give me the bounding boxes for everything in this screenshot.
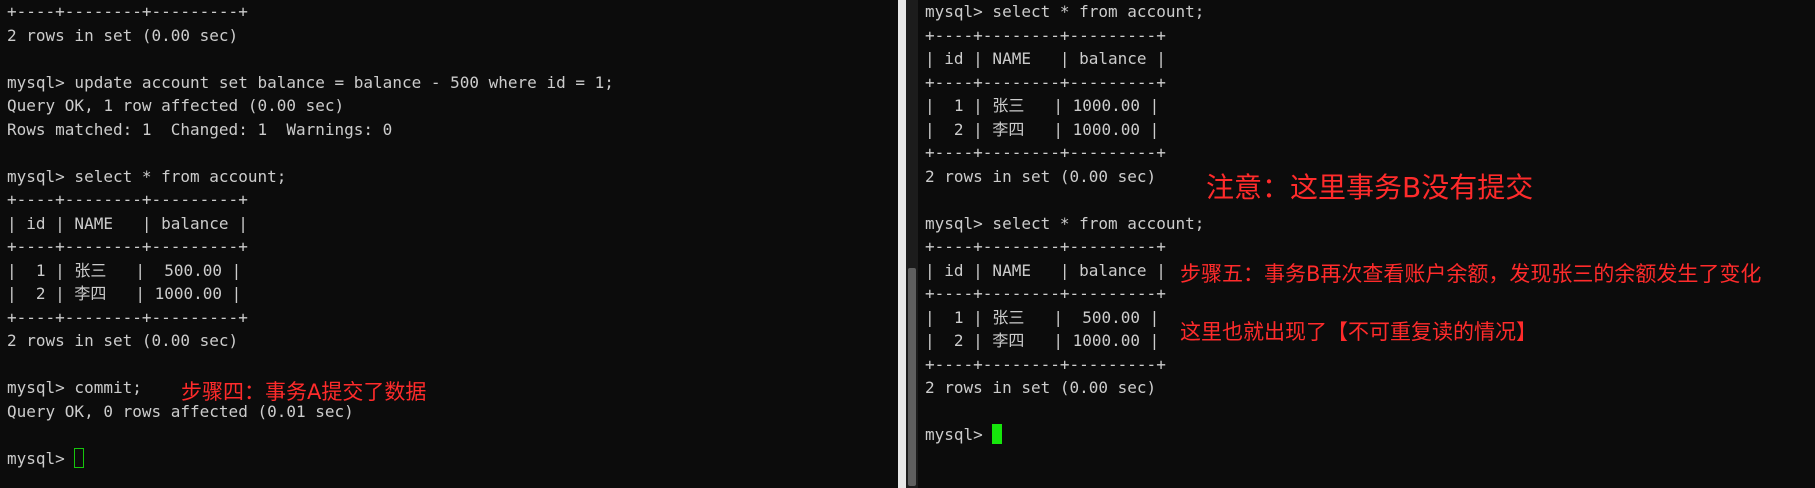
annotation-unrepeatable-read: 这里也就出现了【不可重复读的情况】	[1180, 320, 1537, 344]
terminal-line: +----+--------+---------+	[925, 354, 1166, 374]
terminal-line: +----+--------+---------+	[7, 2, 248, 21]
terminal-line: | 2 | 李四 | 1000.00 |	[925, 119, 1160, 139]
terminal-window-a[interactable]: +----+--------+---------+ 2 rows in set …	[0, 0, 898, 488]
terminal-line: Query OK, 1 row affected (0.00 sec)	[7, 96, 345, 115]
terminal-line: +----+--------+---------+	[925, 72, 1166, 92]
terminal-line: +----+--------+---------+	[925, 284, 1166, 303]
terminal-a-scrollbar[interactable]	[898, 0, 906, 488]
terminal-line: +----+--------+---------+	[7, 307, 248, 327]
terminal-window-b[interactable]: mysql> select * from account; +----+----…	[918, 0, 1815, 488]
terminal-line: 2 rows in set (0.00 sec)	[7, 25, 239, 45]
terminal-line: | 1 | 张三 | 500.00 |	[7, 260, 242, 280]
terminal-line: +----+--------+---------+	[7, 237, 248, 256]
terminal-line: Rows matched: 1 Changed: 1 Warnings: 0	[7, 119, 393, 139]
terminal-line: +----+--------+---------+	[925, 143, 1166, 162]
annotation-step5: 步骤五：事务B再次查看账户余额，发现张三的余额发生了变化	[1180, 262, 1762, 286]
terminal-line: | id | NAME | balance |	[925, 260, 1166, 280]
cursor-icon	[74, 447, 85, 468]
terminal-line: | 2 | 李四 | 1000.00 |	[925, 331, 1160, 350]
terminal-line: mysql> select * from account;	[7, 166, 287, 186]
terminal-line: +----+--------+---------+	[925, 25, 1166, 45]
terminal-prompt-line[interactable]: mysql>	[7, 447, 614, 471]
terminal-line: mysql> select * from account;	[925, 213, 1205, 233]
terminal-line: | 1 | 张三 | 1000.00 |	[925, 96, 1160, 115]
terminal-prompt: mysql>	[7, 448, 75, 468]
annotation-step4: 步骤四：事务A提交了数据	[181, 380, 427, 404]
terminal-line: 2 rows in set (0.00 sec)	[925, 378, 1157, 397]
terminal-line: | 2 | 李四 | 1000.00 |	[7, 284, 242, 303]
terminal-line: +----+--------+---------+	[7, 190, 248, 209]
terminal-prompt-line[interactable]: mysql>	[925, 423, 1204, 447]
terminal-line: mysql> update account set balance = bala…	[7, 72, 614, 92]
terminal-line: mysql> select * from account;	[925, 2, 1205, 21]
terminal-line: | id | NAME | balance |	[7, 213, 248, 233]
terminal-line: | id | NAME | balance |	[925, 49, 1166, 68]
terminal-line: 2 rows in set (0.00 sec)	[925, 166, 1157, 186]
scrollbar-thumb[interactable]	[908, 268, 916, 486]
terminal-line: | 1 | 张三 | 500.00 |	[925, 307, 1160, 327]
terminal-b-scrollbar[interactable]	[906, 0, 918, 488]
terminal-line: +----+--------+---------+	[925, 237, 1166, 256]
terminal-b-output: mysql> select * from account; +----+----…	[925, 0, 1204, 447]
cursor-icon	[992, 424, 1003, 444]
terminal-line: 2 rows in set (0.00 sec)	[7, 331, 239, 350]
annotation-note: 注意：这里事务B没有提交	[1206, 171, 1534, 204]
terminal-prompt: mysql>	[925, 425, 993, 444]
